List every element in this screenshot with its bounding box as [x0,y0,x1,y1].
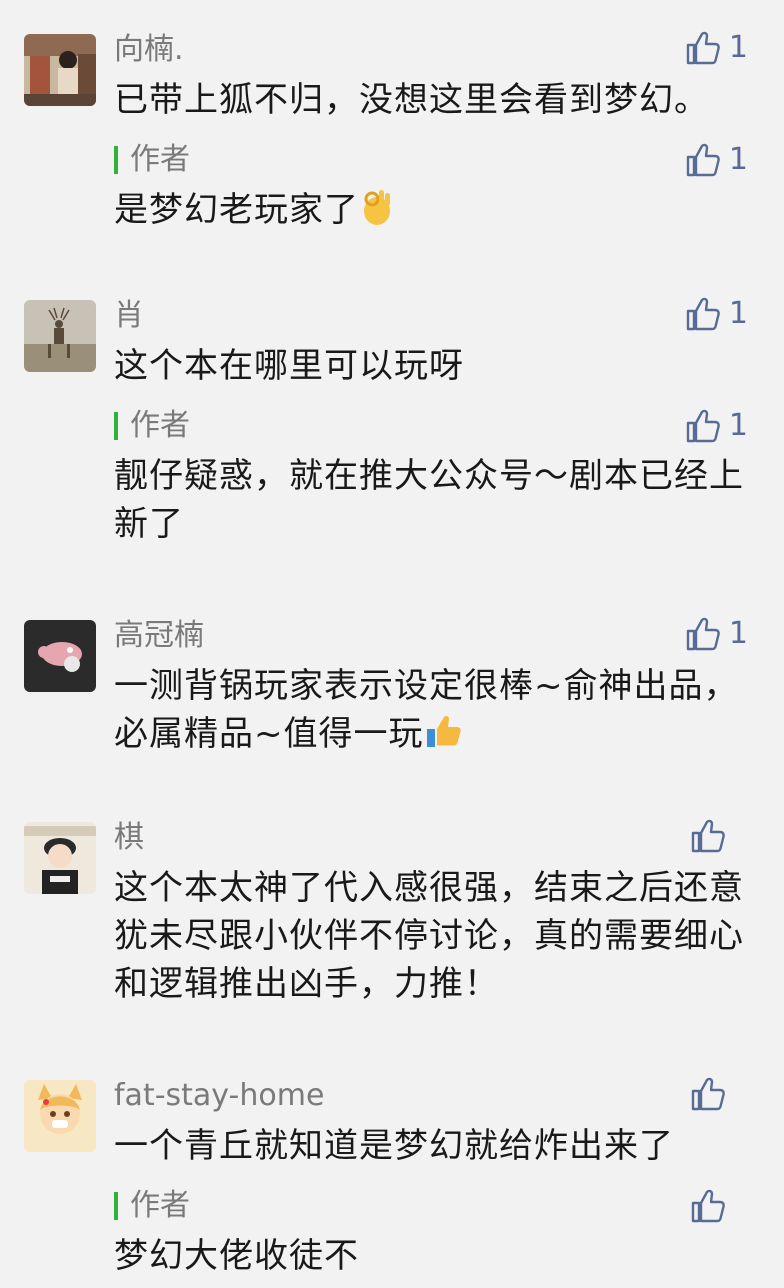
avatar[interactable] [24,34,96,106]
avatar[interactable] [24,300,96,372]
reply-text: 是梦幻老玩家了 [114,186,750,240]
like-button[interactable]: 1 [685,26,748,70]
thumbs-up-icon [686,31,720,65]
thumbs-up-icon [686,297,720,331]
thumbs-up-emoji [424,711,464,764]
reply-indicator-bar [114,412,118,440]
comment-text: 已带上狐不归，没想这里会看到梦幻。 [114,80,709,120]
reply-like-button[interactable]: 1 [685,404,748,448]
comment-text: 一个青丘就知道是梦幻就给炸出来了 [114,1126,674,1166]
thumbs-up-icon [691,819,725,853]
reply-author: 作者 [114,406,190,446]
like-button[interactable]: 1 [685,612,748,656]
like-count: 1 [728,30,748,65]
comment-text: 这个本太神了代入感很强，结束之后还意犹未尽跟小伙伴不停讨论，真的需要细心和逻辑推… [114,868,744,1004]
reply-author: 作者 [114,1186,190,1226]
comment-text: 这个本在哪里可以玩呀 [114,346,464,386]
thumbs-up-icon [686,617,720,651]
avatar[interactable] [24,620,96,692]
thumbs-up-icon [686,409,720,443]
username[interactable]: 向楠. [114,30,184,70]
username[interactable]: 肖 [114,296,144,336]
reply-like-button[interactable] [690,1184,748,1228]
like-count: 1 [728,142,748,177]
like-button[interactable] [690,814,748,858]
reply-like-button[interactable]: 1 [685,138,748,182]
reply-indicator-bar [114,1192,118,1220]
like-count: 1 [728,408,748,443]
avatar-caption [24,1138,96,1152]
username[interactable]: fat-stay-home [114,1076,324,1116]
reply-text: 靓仔疑惑，就在推大公众号～剧本已经上新了 [114,456,744,544]
like-button[interactable] [690,1072,748,1116]
like-button[interactable]: 1 [685,292,748,336]
reply-text: 梦幻大佬收徒不 [114,1236,359,1276]
username[interactable]: 高冠楠 [114,616,204,656]
like-count: 1 [728,616,748,651]
comment-text: 一测背锅玩家表示设定很棒~俞神出品，必属精品~值得一玩 [114,662,750,764]
avatar[interactable] [24,1080,96,1152]
reply-author: 作者 [114,140,190,180]
like-count: 1 [728,296,748,331]
thumbs-up-icon [686,143,720,177]
thumbs-up-icon [691,1077,725,1111]
thumbs-up-icon [691,1189,725,1223]
avatar[interactable] [24,822,96,894]
reply-indicator-bar [114,146,118,174]
username[interactable]: 棋 [114,818,144,858]
ok-hand-emoji [359,187,395,240]
